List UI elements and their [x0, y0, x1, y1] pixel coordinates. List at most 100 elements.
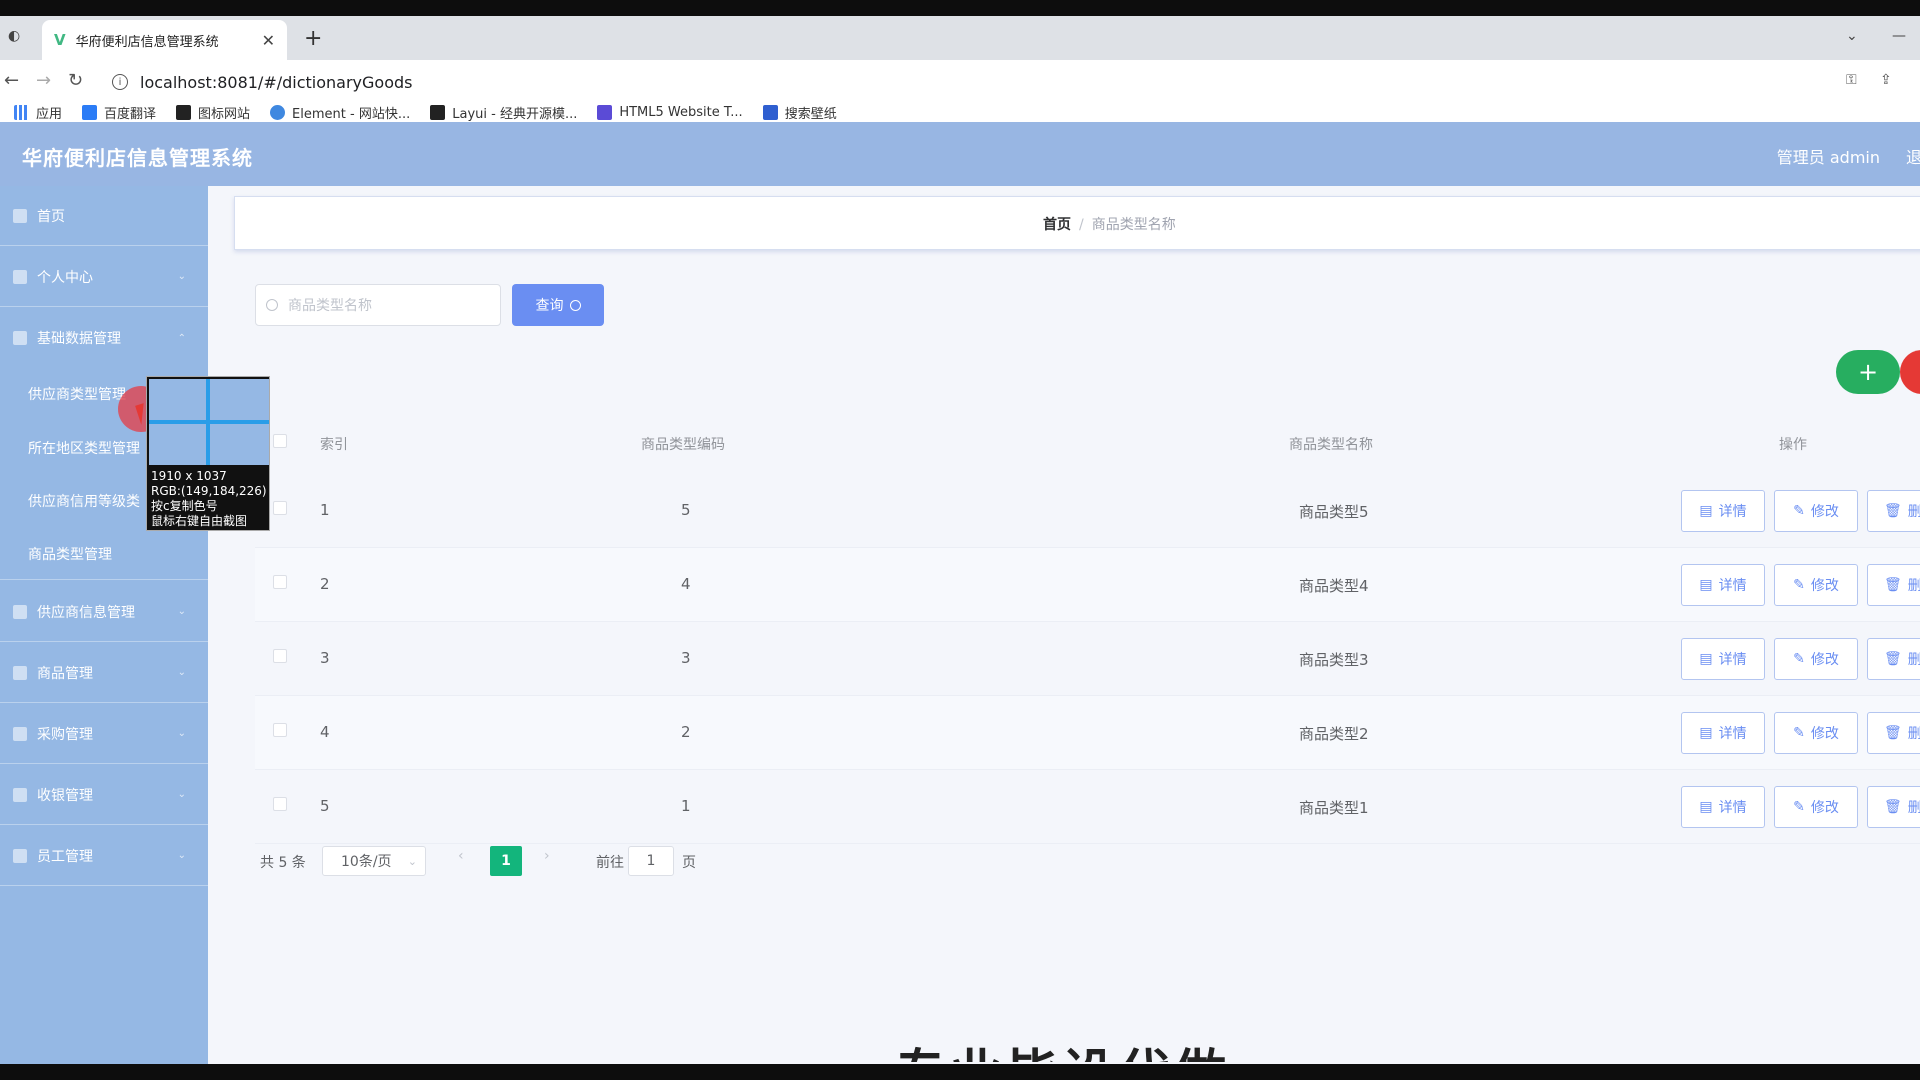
batch-delete-button[interactable]: [1900, 350, 1920, 394]
sidebar-item-basic-data[interactable]: 基础数据管理 ⌃: [0, 308, 208, 368]
trash-icon: 🗑: [1884, 503, 1902, 519]
sidebar-item-cashier[interactable]: 收银管理 ⌄: [0, 765, 208, 825]
back-icon[interactable]: ←: [4, 70, 19, 91]
document-icon: ▤: [1699, 651, 1713, 667]
document-icon: ▤: [1699, 725, 1713, 741]
bookmark-label: HTML5 Website T...: [619, 104, 743, 120]
bookmark-layui[interactable]: Layui - 经典开源模...: [430, 103, 577, 122]
detail-button[interactable]: ▤ 详情: [1681, 638, 1765, 680]
row-checkbox[interactable]: [273, 797, 287, 811]
address-bar: ← → ↻ i localhost:8081/#/dictionaryGoods…: [0, 60, 1920, 102]
goto-label: 前往: [596, 855, 624, 871]
sidebar-item-label: 基础数据管理: [37, 331, 121, 347]
detail-label: 详情: [1718, 726, 1747, 742]
home-icon: [13, 208, 27, 223]
tab-close-icon[interactable]: ✕: [262, 31, 275, 50]
detail-button[interactable]: ▤ 详情: [1681, 712, 1765, 754]
info-icon[interactable]: i: [112, 74, 128, 90]
browser-menu-icon[interactable]: ◐: [8, 28, 20, 44]
page-number-active[interactable]: 1: [490, 846, 522, 876]
edit-button[interactable]: ✎ 修改: [1774, 712, 1858, 754]
reload-icon[interactable]: ↻: [68, 70, 83, 91]
detail-button[interactable]: ▤ 详情: [1681, 564, 1765, 606]
key-icon[interactable]: ⚿: [1846, 72, 1857, 88]
apps-grid-icon: [14, 104, 29, 120]
tab-search-icon[interactable]: ⌄: [1846, 28, 1858, 44]
trash-icon: 🗑: [1884, 651, 1902, 667]
bookmark-label: 搜索壁纸: [784, 106, 837, 122]
select-all-checkbox[interactable]: [273, 434, 287, 448]
cell-name: 商品类型3: [1299, 651, 1369, 669]
edit-button[interactable]: ✎ 修改: [1774, 564, 1858, 606]
sidebar-item-supplier-info[interactable]: 供应商信息管理 ⌄: [0, 582, 208, 642]
sidebar-item-staff[interactable]: 员工管理 ⌄: [0, 826, 208, 886]
col-op: 操作: [1779, 437, 1807, 453]
bookmark-element[interactable]: Element - 网站快...: [270, 103, 410, 122]
document-icon: ▤: [1699, 503, 1713, 519]
forward-icon[interactable]: →: [36, 70, 51, 91]
table-header: 索引 商品类型编码 商品类型名称 操作: [255, 412, 1920, 474]
edit-label: 修改: [1810, 800, 1839, 816]
document-icon: ▤: [1699, 799, 1713, 815]
goto-page-input[interactable]: 1: [628, 846, 674, 876]
wallpaper-logo-icon: [762, 104, 778, 120]
query-button[interactable]: 查询: [512, 284, 604, 326]
cell-index: 2: [320, 575, 330, 593]
bookmark-icon-site[interactable]: 图标网站: [176, 103, 250, 122]
sidebar-item-profile[interactable]: 个人中心 ⌄: [0, 247, 208, 307]
page-suffix: 页: [682, 855, 696, 871]
search-input[interactable]: 商品类型名称: [255, 284, 501, 326]
bookmark-html5[interactable]: HTML5 Website T...: [597, 104, 743, 120]
prev-page-icon[interactable]: ‹: [458, 848, 464, 864]
app-header: 华府便利店信息管理系统 管理员 admin 退: [0, 122, 1920, 186]
page-size-value: 10条/页: [341, 854, 392, 870]
bookmark-apps[interactable]: 应用: [14, 103, 62, 122]
cell-name: 商品类型1: [1299, 799, 1369, 817]
bookmark-wallpaper[interactable]: 搜索壁纸: [762, 103, 837, 122]
breadcrumb-current: 商品类型名称: [1091, 217, 1176, 233]
edit-icon: ✎: [1793, 651, 1805, 667]
url-field[interactable]: i localhost:8081/#/dictionaryGoods: [112, 68, 1802, 96]
delete-button[interactable]: 🗑 删: [1867, 786, 1920, 828]
row-checkbox[interactable]: [273, 501, 287, 515]
delete-button[interactable]: 🗑 删: [1867, 490, 1920, 532]
detail-button[interactable]: ▤ 详情: [1681, 786, 1765, 828]
delete-label: 删: [1907, 504, 1920, 520]
search-icon: [266, 299, 278, 311]
next-page-icon[interactable]: ›: [544, 848, 550, 864]
table-row: 3 3 商品类型3 ▤ 详情 ✎ 修改 🗑 删: [255, 622, 1920, 696]
edit-button[interactable]: ✎ 修改: [1774, 638, 1858, 680]
delete-button[interactable]: 🗑 删: [1867, 638, 1920, 680]
magnifier-size: 1910 x 1037: [151, 469, 227, 483]
admin-label: 管理员 admin: [1776, 148, 1880, 167]
bookmark-baidu-translate[interactable]: 百度翻译: [82, 103, 156, 122]
page-size-select[interactable]: 10条/页 ⌄: [322, 846, 426, 876]
bookmark-label: 图标网站: [198, 106, 251, 122]
cell-code: 4: [681, 575, 691, 593]
chevron-down-icon: ⌄: [177, 850, 186, 861]
breadcrumb-home[interactable]: 首页: [1043, 217, 1071, 233]
sidebar: 首页 个人中心 ⌄ 基础数据管理 ⌃ 供应商类型管理 所在地区类型管理 供应商信…: [0, 186, 208, 1064]
minimize-icon[interactable]: —: [1892, 28, 1906, 44]
edit-icon: ✎: [1793, 799, 1805, 815]
row-checkbox[interactable]: [273, 575, 287, 589]
image-icon: [176, 104, 192, 120]
browser-tab[interactable]: V 华府便利店信息管理系统 ✕: [42, 20, 287, 60]
sidebar-item-home[interactable]: 首页: [0, 186, 208, 246]
share-icon[interactable]: ⇪: [1880, 72, 1892, 88]
logout-link[interactable]: 退: [1906, 144, 1920, 168]
edit-button[interactable]: ✎ 修改: [1774, 786, 1858, 828]
add-button[interactable]: +: [1836, 350, 1900, 394]
sidebar-item-label: 供应商类型管理: [28, 387, 126, 403]
sidebar-subitem-goods-type[interactable]: 商品类型管理: [0, 528, 208, 580]
delete-button[interactable]: 🗑 删: [1867, 712, 1920, 754]
row-checkbox[interactable]: [273, 649, 287, 663]
row-checkbox[interactable]: [273, 723, 287, 737]
new-tab-icon[interactable]: +: [304, 26, 322, 51]
detail-button[interactable]: ▤ 详情: [1681, 490, 1765, 532]
sidebar-item-purchase[interactable]: 采购管理 ⌄: [0, 704, 208, 764]
sidebar-item-goods[interactable]: 商品管理 ⌄: [0, 643, 208, 703]
breadcrumb-trail: 首页 / 商品类型名称: [1043, 214, 1176, 234]
edit-button[interactable]: ✎ 修改: [1774, 490, 1858, 532]
delete-button[interactable]: 🗑 删: [1867, 564, 1920, 606]
